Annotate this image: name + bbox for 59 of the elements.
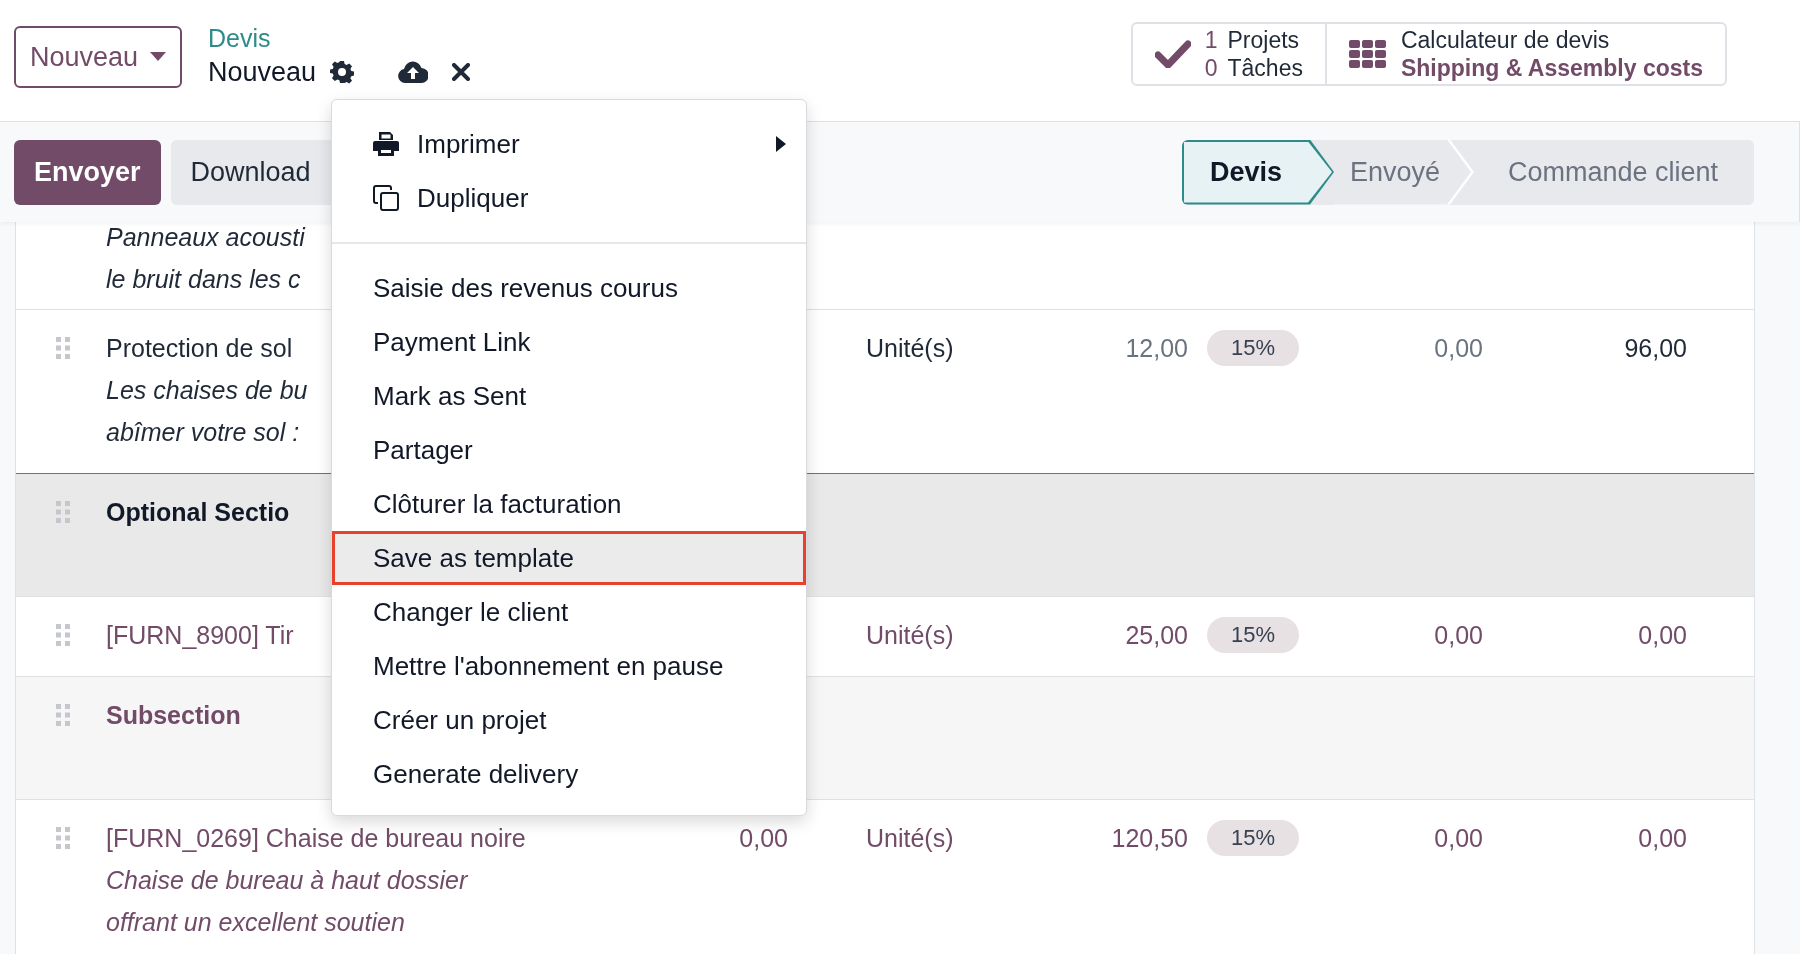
breadcrumb-link[interactable]: Devis xyxy=(208,22,271,54)
drag-handle-icon[interactable] xyxy=(56,624,70,646)
check-icon xyxy=(1154,40,1191,68)
menu-item[interactable]: Mettre l'abonnement en pause xyxy=(332,639,806,693)
unit-cell: Unité(s) xyxy=(866,824,954,852)
discount-cell-text: 0,00 xyxy=(1434,823,1483,854)
subtotal-cell-text: 0,00 xyxy=(1638,620,1687,651)
product-description: Chaise de bureau à haut dossier xyxy=(106,865,468,896)
subtotal-cell-text: 0,00 xyxy=(1638,823,1687,854)
cloud-upload-icon[interactable] xyxy=(398,61,429,83)
product-name: [FURN_8900] Tir xyxy=(106,620,294,651)
send-button[interactable]: Envoyer xyxy=(14,139,161,205)
menu-item[interactable]: Payment Link xyxy=(332,315,806,369)
settings-icon[interactable] xyxy=(330,60,355,84)
price-cell-text: 120,50 xyxy=(1111,823,1188,854)
unit-cell: Unité(s) xyxy=(866,334,954,362)
drag-handle-icon[interactable] xyxy=(56,337,70,359)
product-description: abîmer votre sol : xyxy=(106,417,300,448)
menu-item[interactable]: Créer un projet xyxy=(332,693,806,747)
price-cell-text: 25,00 xyxy=(1125,620,1188,651)
tax-badge: 15% xyxy=(1207,617,1299,653)
drag-handle-icon[interactable] xyxy=(56,827,70,849)
menu-item[interactable]: Partager xyxy=(332,423,806,477)
drag-handle-icon[interactable] xyxy=(56,704,70,726)
menu-item[interactable]: Generate delivery xyxy=(332,747,806,801)
price-cell-text: 12,00 xyxy=(1125,333,1188,364)
product-description: Panneaux acousti xyxy=(106,222,305,253)
tax-badge: 15% xyxy=(1207,330,1299,366)
subsection-title: Subsection xyxy=(106,700,241,731)
subtotal-cell-text: 96,00 xyxy=(1624,333,1687,364)
product-description: offrant un excellent soutien xyxy=(106,907,405,938)
discount-cell-text: 0,00 xyxy=(1434,333,1483,364)
menu-item[interactable]: Clôturer la facturation xyxy=(332,477,806,531)
product-description: le bruit dans les c xyxy=(106,264,301,295)
caret-icon xyxy=(150,52,167,62)
unit-cell: Unité(s) xyxy=(866,621,954,649)
projects-button[interactable]: 1 Projets 0 Tâches xyxy=(1132,24,1325,84)
printer-icon xyxy=(373,132,399,156)
record-title: Nouveau xyxy=(208,56,317,89)
status-stage[interactable]: Envoyé xyxy=(1334,139,1474,205)
status-stage[interactable]: Devis xyxy=(1182,139,1334,205)
product-description: Les chaises de bu xyxy=(106,375,308,406)
menu-item[interactable]: Save as template xyxy=(332,531,806,585)
menu-item[interactable]: Changer le client xyxy=(332,585,806,639)
submenu-caret-icon xyxy=(776,136,786,152)
grid-icon xyxy=(1348,40,1387,68)
drag-handle-icon[interactable] xyxy=(56,501,70,523)
product-name: Protection de sol xyxy=(106,333,293,364)
tax-badge: 15% xyxy=(1207,820,1299,856)
menu-item[interactable]: Mark as Sent xyxy=(332,369,806,423)
section-title: Optional Sectio xyxy=(106,497,290,528)
calculator-button[interactable]: Calculateur de devis Shipping & Assembly costs xyxy=(1324,24,1725,84)
quantity-cell-text: 0,00 xyxy=(739,823,788,854)
new-button[interactable]: Nouveau xyxy=(14,26,182,88)
close-icon[interactable] xyxy=(452,63,471,81)
product-name: [FURN_0269] Chaise de bureau noire xyxy=(106,823,526,854)
copy-icon xyxy=(373,185,399,211)
discount-cell-text: 0,00 xyxy=(1434,620,1483,651)
menu-item[interactable]: Saisie des revenus courus xyxy=(332,261,806,315)
